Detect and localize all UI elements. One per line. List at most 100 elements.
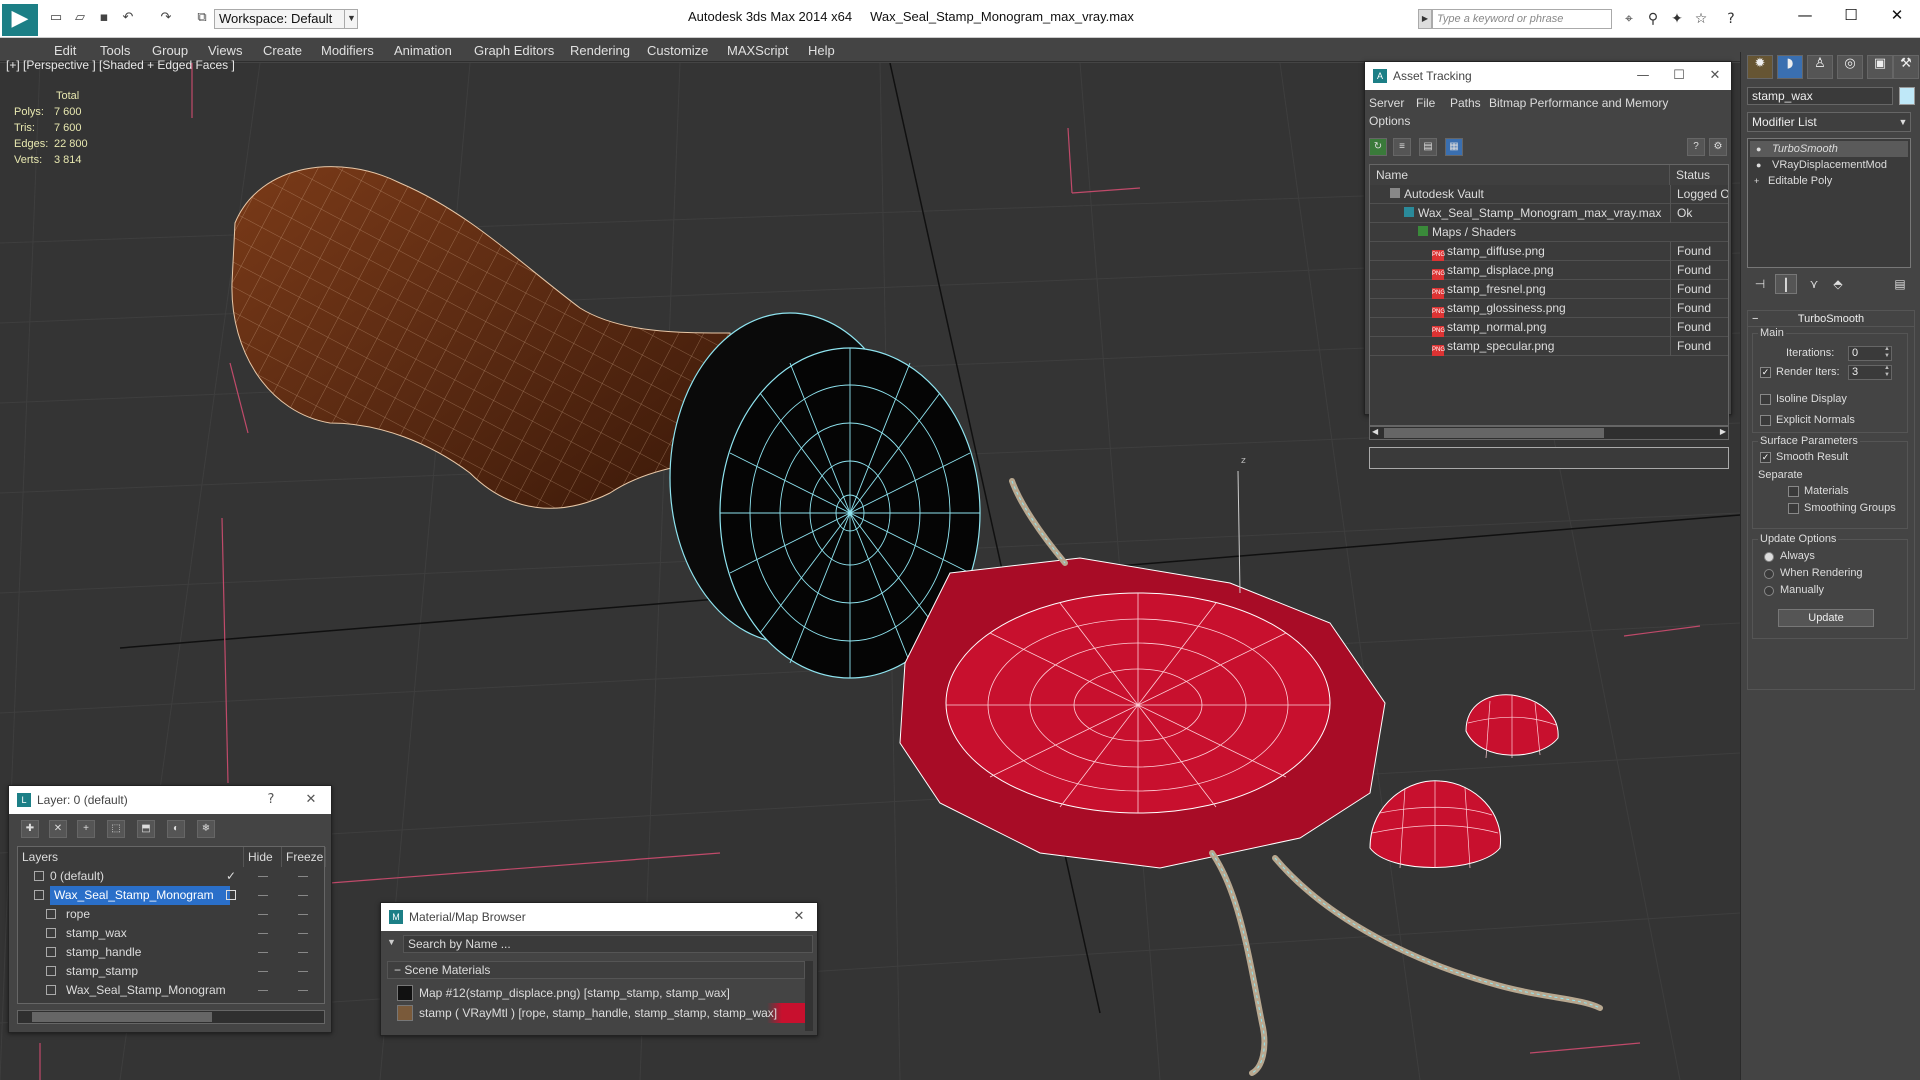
display-tab-icon[interactable]: ▣ [1867, 55, 1893, 79]
menu-paths[interactable]: Paths [1450, 96, 1481, 110]
asset-row[interactable]: Autodesk Vault Logged O [1370, 185, 1728, 204]
layer-row[interactable]: stamp_stamp [18, 962, 324, 981]
spinner-arrows-icon[interactable]: ▲ ▼ [1882, 365, 1892, 380]
render-iters-checkbox[interactable]: ✓ [1760, 367, 1771, 378]
menu-graph-editors[interactable]: Graph Editors [474, 43, 554, 58]
make-unique-icon[interactable]: ⋎ [1803, 274, 1825, 294]
workspace-dropdown[interactable]: Workspace: Default [214, 9, 358, 29]
viewport-label[interactable]: [+] [Perspective ] [Shaded + Edged Faces… [6, 58, 235, 72]
close-icon[interactable]: ✕ [1882, 6, 1912, 26]
menu-animation[interactable]: Animation [394, 43, 452, 58]
expand-arrow-icon[interactable]: ▶ [1418, 9, 1432, 29]
collapse-minus-icon[interactable]: − [1752, 311, 1758, 327]
freeze-all-icon[interactable]: ❄ [197, 820, 215, 838]
freeze-toggle[interactable] [298, 971, 308, 972]
communication-icon[interactable]: ✦ [1668, 10, 1686, 28]
hide-toggle[interactable] [258, 971, 268, 972]
layer-row[interactable]: 0 (default) ✓ [18, 867, 324, 886]
set-current-layer-icon[interactable] [226, 890, 236, 900]
show-end-result-icon[interactable]: ┃ [1775, 274, 1797, 294]
horizontal-scrollbar[interactable] [17, 1010, 325, 1024]
help-icon[interactable]: ? [1722, 10, 1740, 28]
configure-modifier-sets-icon[interactable]: ▤ [1889, 274, 1911, 294]
modify-tab-icon[interactable]: ◗ [1777, 55, 1803, 79]
subscription-icon[interactable]: ⚲ [1644, 10, 1662, 28]
menu-bitmap-performance[interactable]: Bitmap Performance and Memory [1489, 96, 1668, 110]
scene-materials-group[interactable]: − Scene Materials [387, 961, 805, 979]
freeze-toggle[interactable] [298, 952, 308, 953]
material-search-input[interactable]: Search by Name ... [403, 935, 813, 953]
isoline-display-checkbox[interactable] [1760, 394, 1771, 405]
table-view-icon[interactable]: ▤ [1419, 138, 1437, 156]
list-view-icon[interactable]: ≡ [1393, 138, 1411, 156]
utilities-tab-icon[interactable]: ⚒ [1893, 55, 1919, 79]
column-header-hide[interactable]: Hide [244, 847, 282, 867]
lightbulb-icon[interactable]: ● [1756, 144, 1764, 154]
minimize-icon[interactable]: — [1629, 62, 1657, 90]
save-file-icon[interactable]: ▪ [96, 10, 112, 26]
material-browser-titlebar[interactable]: M Material/Map Browser ✕ [381, 903, 817, 931]
stack-item-editable-poly[interactable]: + Editable Poly [1750, 173, 1908, 189]
help-icon[interactable]: ? [1687, 138, 1705, 156]
layer-titlebar[interactable]: L Layer: 0 (default) ? ✕ [9, 786, 331, 814]
hide-toggle[interactable] [258, 952, 268, 953]
update-button[interactable]: Update [1778, 609, 1874, 627]
options-dropdown-icon[interactable]: ▼ [387, 937, 396, 947]
asset-row[interactable]: Wax_Seal_Stamp_Monogram_max_vray.max Ok [1370, 204, 1728, 223]
freeze-toggle[interactable] [298, 990, 308, 991]
materials-checkbox[interactable] [1788, 486, 1799, 497]
asset-row[interactable]: PNG stamp_displace.png Found [1370, 261, 1728, 280]
column-header-status[interactable]: Status [1670, 165, 1728, 185]
chevron-down-icon[interactable]: ▼ [344, 9, 358, 29]
favorites-star-icon[interactable]: ☆ [1692, 10, 1710, 28]
hide-toggle[interactable] [258, 990, 268, 991]
object-name-field[interactable]: stamp_wax [1747, 87, 1893, 105]
redo-icon[interactable]: ↷ [158, 10, 174, 26]
expand-plus-icon[interactable]: + [1754, 176, 1762, 186]
modifier-list-dropdown[interactable]: Modifier List [1747, 112, 1911, 132]
freeze-toggle[interactable] [298, 895, 308, 896]
lightbulb-icon[interactable]: ● [1756, 160, 1764, 170]
material-row[interactable]: stamp ( VRayMtl ) [rope, stamp_handle, s… [387, 1003, 805, 1023]
settings-icon[interactable]: ⚙ [1709, 138, 1727, 156]
freeze-toggle[interactable] [298, 876, 308, 877]
menu-options[interactable]: Options [1369, 114, 1410, 128]
column-header-layers[interactable]: Layers [18, 847, 244, 867]
active-layer-check-icon[interactable]: ✓ [226, 867, 236, 886]
minimize-icon[interactable]: — [1790, 6, 1820, 26]
menu-tools[interactable]: Tools [100, 43, 130, 58]
asset-row[interactable]: Maps / Shaders [1370, 223, 1728, 242]
vertical-scrollbar[interactable] [805, 961, 813, 1031]
menu-file[interactable]: File [1416, 96, 1435, 110]
layer-row[interactable]: stamp_wax [18, 924, 324, 943]
add-to-layer-icon[interactable]: + [77, 820, 95, 838]
menu-group[interactable]: Group [152, 43, 188, 58]
object-color-swatch[interactable] [1899, 87, 1915, 105]
menu-help[interactable]: Help [808, 43, 835, 58]
select-in-layer-icon[interactable]: ⬚ [107, 820, 125, 838]
menu-modifiers[interactable]: Modifiers [321, 43, 374, 58]
scroll-right-icon[interactable]: ▶ [1720, 427, 1726, 436]
close-icon[interactable]: ✕ [297, 786, 325, 814]
stack-item-vraydisplacement[interactable]: ● VRayDisplacementMod [1750, 157, 1908, 173]
asset-row[interactable]: PNG stamp_specular.png Found [1370, 337, 1728, 356]
spinner-arrows-icon[interactable]: ▲ ▼ [1882, 346, 1892, 361]
layer-row[interactable]: rope [18, 905, 324, 924]
app-logo-icon[interactable]: ▶ [2, 4, 38, 36]
asset-row[interactable]: PNG stamp_glossiness.png Found [1370, 299, 1728, 318]
hide-all-icon[interactable]: ◐ [167, 820, 185, 838]
maximize-icon[interactable]: ☐ [1665, 62, 1693, 90]
manually-radio[interactable] [1764, 586, 1774, 596]
menu-edit[interactable]: Edit [54, 43, 76, 58]
menu-server[interactable]: Server [1369, 96, 1404, 110]
scrollbar-thumb[interactable] [32, 1012, 212, 1022]
asset-row[interactable]: PNG stamp_normal.png Found [1370, 318, 1728, 337]
open-file-icon[interactable]: ▱ [72, 10, 88, 26]
grid-view-icon[interactable]: ▦ [1445, 138, 1463, 156]
horizontal-scrollbar[interactable]: ◀ ▶ [1369, 426, 1729, 440]
freeze-toggle[interactable] [298, 914, 308, 915]
menu-rendering[interactable]: Rendering [570, 43, 630, 58]
project-folder-icon[interactable]: ⧉ [194, 10, 210, 26]
always-radio[interactable] [1764, 552, 1774, 562]
transform-gizmo[interactable] [1237, 470, 1241, 594]
